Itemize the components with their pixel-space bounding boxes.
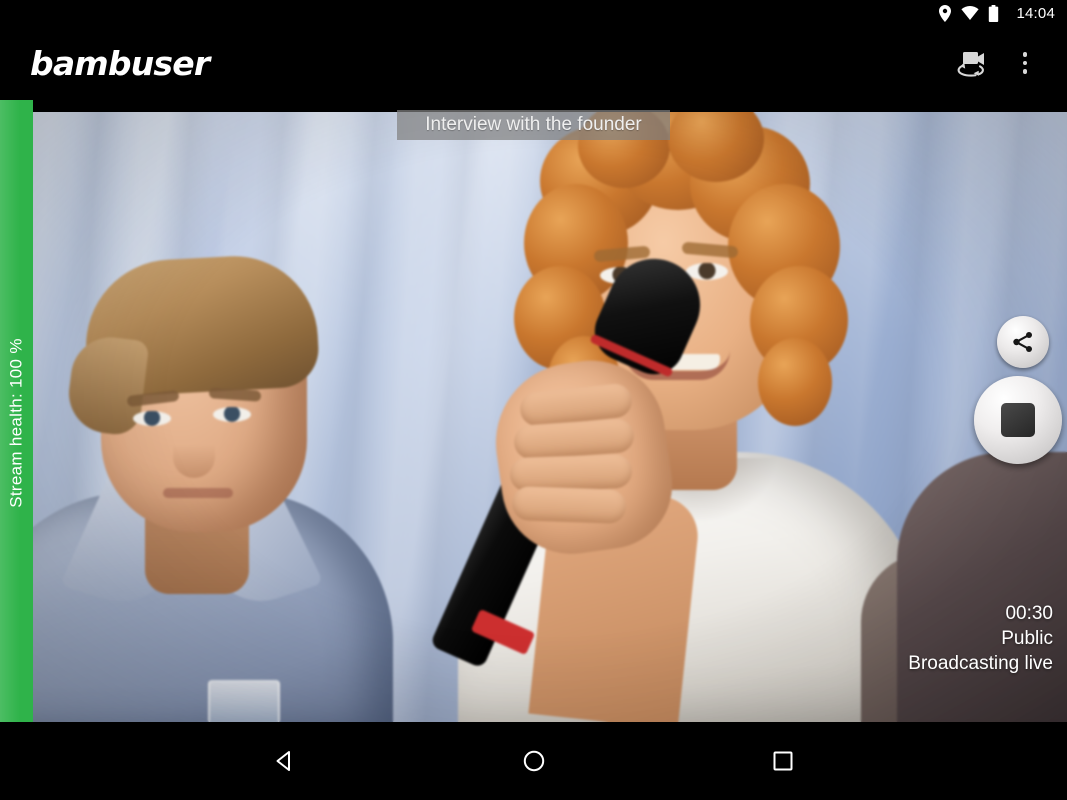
- app-bar: bambuser: [0, 26, 1067, 100]
- stream-health-bar: Stream health: 100 %: [0, 100, 33, 745]
- stop-broadcast-button[interactable]: [974, 376, 1062, 464]
- person-left: [33, 202, 393, 722]
- overflow-menu-icon: [1022, 52, 1028, 74]
- stream-health-label: Stream health: 100 %: [6, 337, 26, 508]
- switch-camera-icon: [957, 52, 984, 77]
- broadcast-title-text: Interview with the founder: [425, 114, 642, 135]
- recents-square-icon: [773, 751, 792, 771]
- privacy-label: Public: [1001, 627, 1053, 649]
- camera-preview[interactable]: 00:30 Public Broadcasting live: [33, 112, 1067, 722]
- bambuser-broadcast-screen: 14:04 bambuser 00:30 Public Broadcasting…: [0, 0, 1067, 800]
- person-right: [861, 422, 1067, 722]
- bambuser-logo: bambuser: [30, 43, 210, 83]
- nav-recents-button[interactable]: [756, 734, 810, 788]
- app-bar-actions: [949, 39, 1067, 87]
- broadcast-title-chip[interactable]: Interview with the founder: [397, 110, 670, 140]
- nav-back-button[interactable]: [258, 734, 312, 788]
- status-bar-clock: 14:04: [1016, 4, 1055, 22]
- status-bar-icons: 14:04: [938, 4, 1055, 22]
- overflow-menu-button[interactable]: [1001, 39, 1049, 87]
- share-icon: [1013, 332, 1032, 352]
- back-triangle-icon: [276, 751, 290, 771]
- battery-icon: [988, 4, 999, 22]
- switch-camera-button[interactable]: [949, 39, 997, 87]
- system-status-bar: 14:04: [0, 0, 1067, 26]
- nav-home-button[interactable]: [507, 734, 561, 788]
- system-navigation-bar: [0, 722, 1067, 800]
- home-circle-icon: [523, 750, 544, 772]
- elapsed-time: 00:30: [1005, 602, 1053, 624]
- stop-square-icon: [1001, 403, 1035, 437]
- location-pin-icon: [938, 4, 952, 22]
- broadcast-status: 00:30 Public Broadcasting live: [908, 601, 1053, 676]
- wifi-icon: [961, 6, 980, 20]
- broadcast-state-label: Broadcasting live: [908, 652, 1053, 674]
- water-glass: [208, 680, 280, 722]
- share-button[interactable]: [997, 316, 1049, 368]
